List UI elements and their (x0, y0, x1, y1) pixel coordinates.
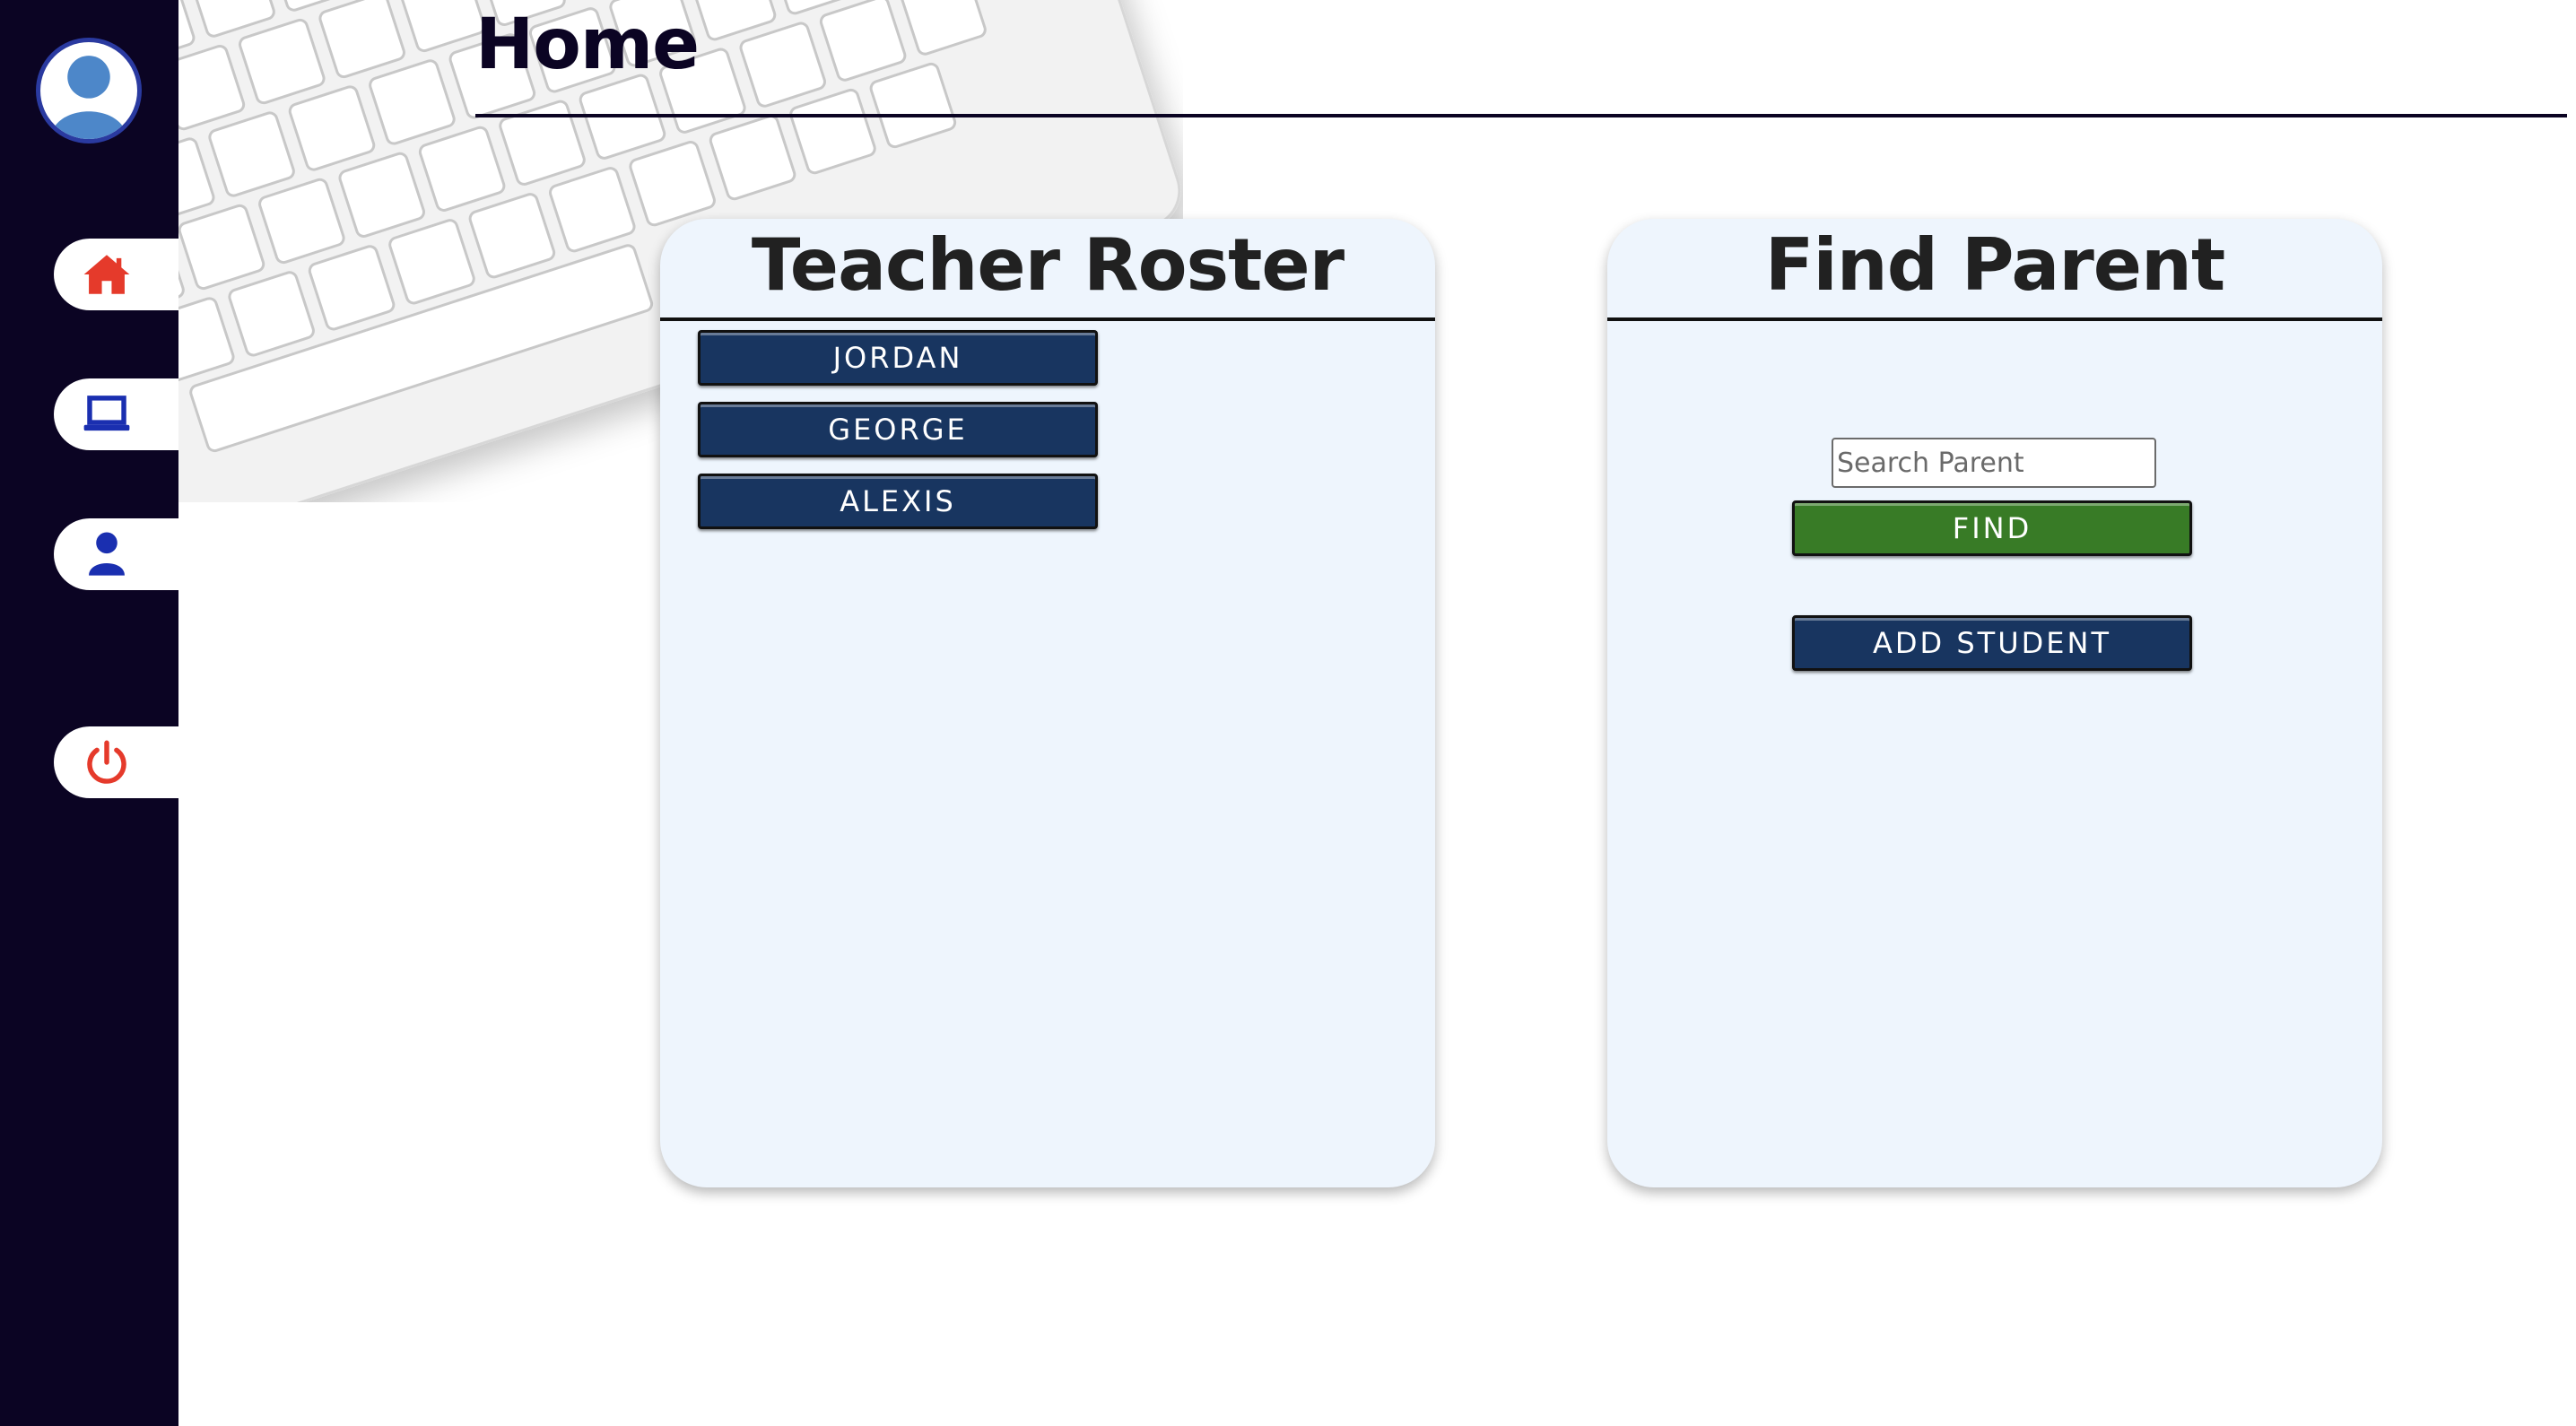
nav-logout-button[interactable] (54, 726, 178, 798)
sidebar (0, 0, 178, 1426)
home-icon (83, 255, 130, 294)
teacher-roster-card: Teacher Roster JORDAN GEORGE ALEXIS (660, 219, 1435, 1187)
find-parent-title: Find Parent (1764, 223, 2226, 307)
title-divider (475, 114, 2567, 117)
find-parent-card: Find Parent FIND ADD STUDENT (1607, 219, 2382, 1187)
user-icon (89, 532, 125, 576)
nav-profile-button[interactable] (54, 518, 178, 590)
teacher-button-alexis[interactable]: ALEXIS (698, 474, 1098, 529)
page-title: Home (475, 4, 700, 85)
teacher-roster-title: Teacher Roster (751, 223, 1345, 307)
teacher-roster-divider (660, 317, 1435, 321)
find-parent-divider (1607, 317, 2382, 321)
find-button[interactable]: FIND (1792, 500, 2192, 556)
user-avatar[interactable] (36, 38, 142, 143)
nav-home-button[interactable] (54, 239, 178, 310)
nav-laptop-button[interactable] (54, 378, 178, 450)
teacher-button-george[interactable]: GEORGE (698, 402, 1098, 457)
search-parent-input[interactable] (1832, 438, 2156, 488)
user-avatar-icon (40, 42, 137, 139)
laptop-icon (83, 396, 130, 431)
add-student-button[interactable]: ADD STUDENT (1792, 615, 2192, 671)
teacher-button-jordan[interactable]: JORDAN (698, 330, 1098, 386)
power-icon (87, 740, 126, 784)
